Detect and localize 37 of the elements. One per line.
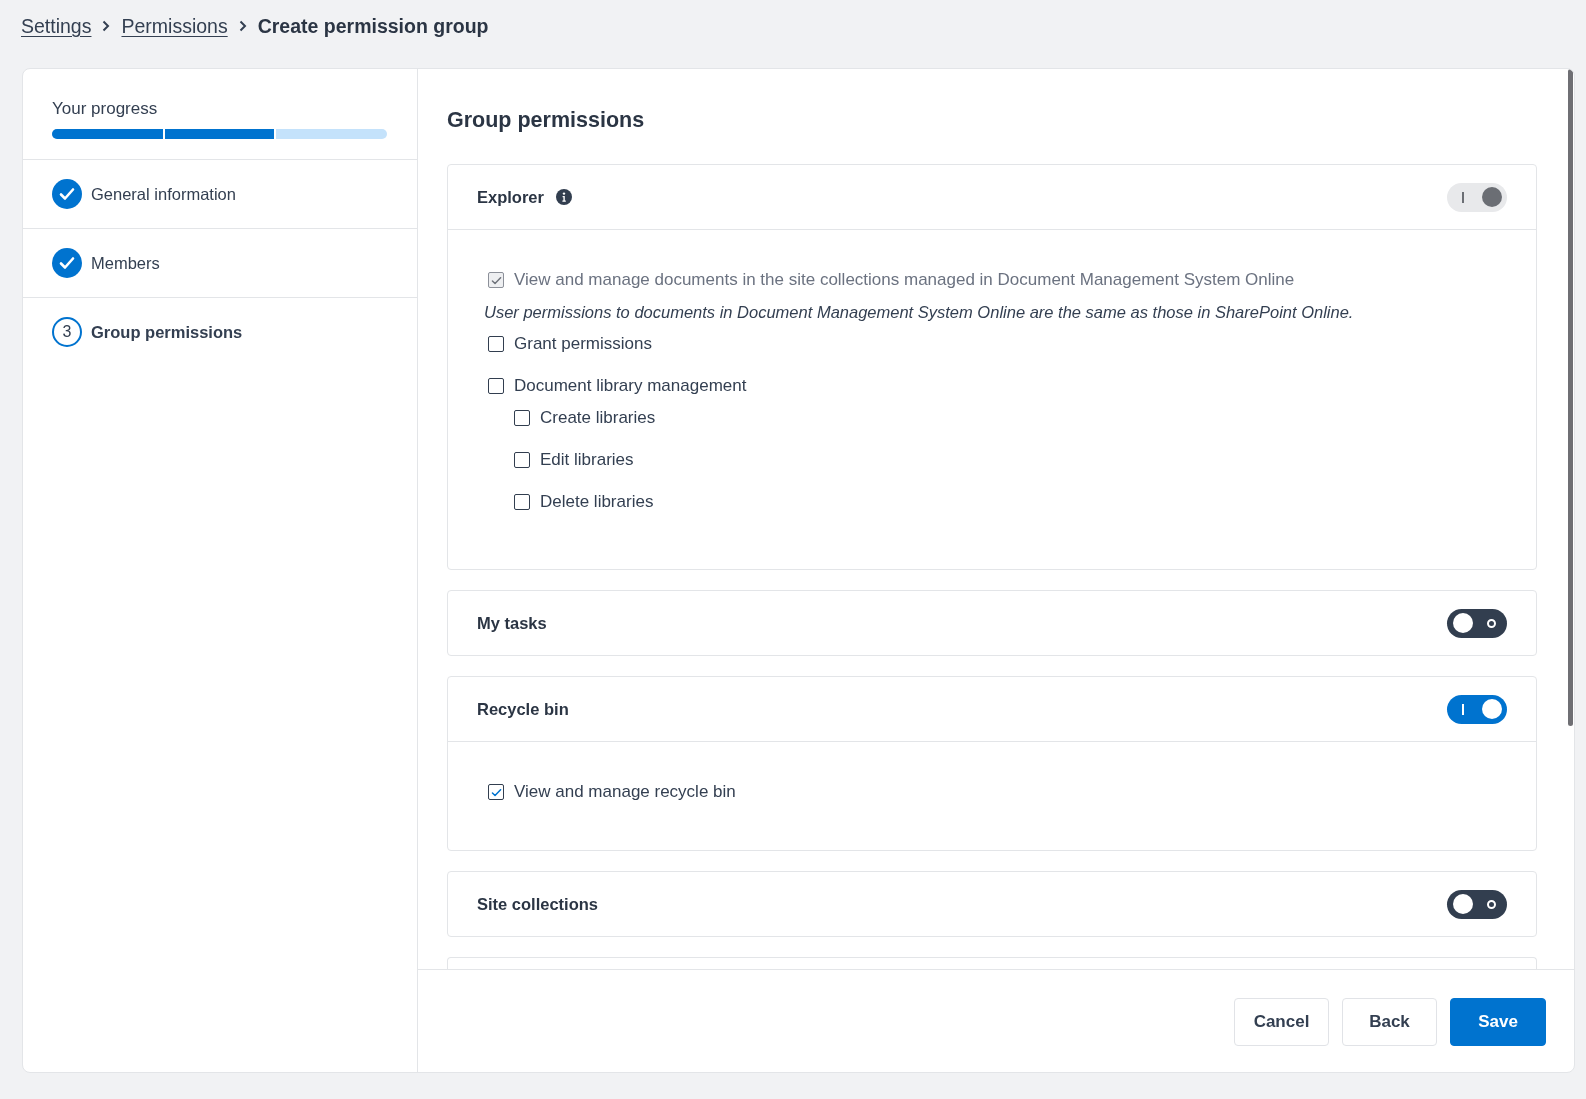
breadcrumb-link[interactable]: Settings: [21, 14, 92, 38]
toggle-knob: [1482, 187, 1502, 207]
ring-icon: [1487, 899, 1496, 909]
step-label[interactable]: Group permissions: [91, 322, 243, 342]
page-heading: Group permissions: [447, 107, 646, 134]
checkbox-label: Document library management: [514, 376, 747, 396]
ring-icon: [1487, 618, 1496, 628]
toggle-knob: [1453, 894, 1473, 914]
breadcrumb-current: Create permission group: [257, 14, 489, 38]
scrollbar-thumb[interactable]: [1568, 69, 1573, 726]
checkbox-label: Create libraries: [540, 408, 656, 428]
progress-label: Your progress: [52, 98, 159, 120]
chevron-right-icon: [102, 20, 111, 32]
checkbox[interactable]: [488, 784, 504, 800]
chevron-right-icon: [238, 20, 247, 32]
toggle-switch[interactable]: [1447, 889, 1507, 919]
toggle-knob: [1482, 699, 1502, 719]
section-title: Explorer: [477, 187, 544, 207]
footer-button[interactable]: Save: [1450, 998, 1546, 1046]
breadcrumb-link[interactable]: Permissions: [121, 14, 228, 38]
checkbox-label: Edit libraries: [540, 450, 634, 470]
checkbox-label: View and manage documents in the site collections managed in Document Management System Online: [514, 270, 1295, 290]
checkbox-label: Delete libraries: [540, 492, 654, 512]
section-title: Site collections: [477, 894, 599, 914]
step-label[interactable]: Members: [91, 253, 160, 273]
toggle-knob: [1453, 613, 1473, 633]
footer-button[interactable]: Back: [1342, 998, 1437, 1046]
checkbox-label: View and manage recycle bin: [514, 782, 736, 802]
toggle-switch[interactable]: [1447, 694, 1507, 724]
footer-button[interactable]: Cancel: [1234, 998, 1329, 1046]
step-label[interactable]: General information: [91, 184, 236, 204]
note-text: User permissions to documents in Document Management System Online are the same as those in SharePoint Online.: [484, 302, 1355, 323]
section-title: My tasks: [477, 613, 547, 633]
section-title: Recycle bin: [477, 699, 569, 719]
checkbox-label: Grant permissions: [514, 334, 652, 354]
toggle-switch[interactable]: [1447, 608, 1507, 638]
step-number: 3: [52, 317, 82, 347]
